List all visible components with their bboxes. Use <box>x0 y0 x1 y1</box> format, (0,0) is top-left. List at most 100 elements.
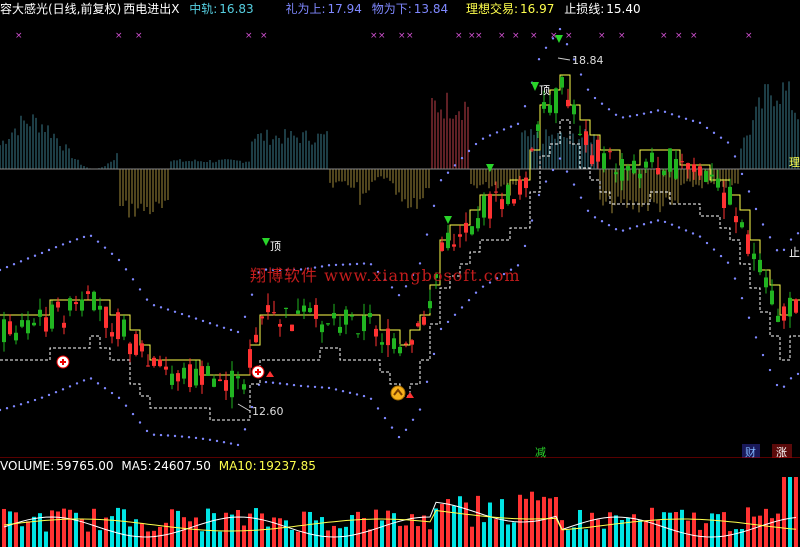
ma5-label: MA5: <box>121 459 152 473</box>
lower-band-dot <box>642 223 646 226</box>
upper-band-dot <box>579 73 583 76</box>
lower-band-dot <box>593 216 597 219</box>
candle-body <box>650 152 654 163</box>
lower-band-dot <box>215 439 219 443</box>
volume-chart[interactable] <box>0 474 800 547</box>
ding-label-1: 顶 <box>270 240 281 253</box>
candle-body <box>266 305 270 313</box>
upper-band-dot <box>47 248 51 252</box>
lower-band-dot <box>75 382 79 385</box>
upper-band-dot <box>194 317 198 320</box>
lower-band-dot <box>467 298 471 302</box>
lower-band-dot <box>152 433 156 436</box>
ma10-value: 19237.85 <box>258 459 316 473</box>
volume-bar <box>698 529 702 547</box>
candle-body <box>308 308 312 313</box>
buy-signal-2[interactable] <box>251 365 274 379</box>
lower-band-dot <box>397 435 401 439</box>
lower-band-dot <box>761 353 765 357</box>
upper-band-dot <box>621 116 625 119</box>
volume-bar <box>572 527 576 547</box>
volume-bar <box>758 515 762 547</box>
x-marker-icon: × <box>690 31 698 41</box>
candle-body <box>86 291 90 294</box>
x-marker-icon: × <box>245 31 253 41</box>
x-marker-icon: × <box>660 31 668 41</box>
candle-body <box>494 191 498 193</box>
lower-band-dot <box>33 398 37 402</box>
upper-band-dot <box>229 328 233 332</box>
x-marker-icon: × <box>598 31 606 41</box>
price-chart[interactable]: × × × × × × × × × × × × × × × × × × × × × × × 18.84 12.60 顶 顶 <box>0 0 800 458</box>
lower-band-dot <box>201 437 205 441</box>
x-marker-icon: × <box>135 31 143 41</box>
upper-band-dot <box>0 268 2 272</box>
upper-band-dot <box>117 258 121 262</box>
lower-band-dot <box>82 379 86 382</box>
lower-band-dot <box>635 225 639 228</box>
ma10-label: MA10: <box>218 459 257 473</box>
lower-band-dot <box>131 412 135 416</box>
volume-bar <box>158 526 162 547</box>
lower-band-dot <box>243 428 247 431</box>
upper-band-dot <box>740 172 744 176</box>
lower-band-dot <box>236 443 240 447</box>
volume-bar <box>662 512 666 547</box>
high-pointer <box>557 57 571 61</box>
volume-bar <box>728 531 732 547</box>
upper-band-dot <box>54 245 58 249</box>
candle-body <box>506 184 510 204</box>
volume-bar <box>506 524 510 547</box>
upper-band-dot <box>215 324 219 327</box>
upper-band-dot <box>180 312 184 316</box>
lower-band-dot <box>5 407 9 410</box>
lower-band-dot <box>558 157 562 160</box>
lower-band-dot <box>628 227 632 230</box>
lower-band-dot <box>327 386 331 390</box>
upper-band-dot <box>670 113 674 116</box>
lower-band-dot <box>12 405 16 408</box>
buy-signal-1[interactable] <box>56 355 70 369</box>
volume-bar <box>236 509 240 547</box>
candle-body <box>764 277 768 288</box>
cai-badge[interactable]: 财 <box>742 444 760 458</box>
candle-body <box>500 199 504 210</box>
volume-bar <box>614 515 618 547</box>
volume-bar <box>8 511 12 547</box>
volume-bar <box>170 509 174 547</box>
volume-bar <box>320 517 324 547</box>
candle-body <box>626 166 630 171</box>
lower-band-dot <box>145 429 149 433</box>
volume-bar <box>596 519 600 547</box>
buy-signal-3[interactable] <box>390 385 414 401</box>
upper-band-dot <box>495 131 499 134</box>
candle-body <box>116 312 120 340</box>
candle-body <box>578 133 582 135</box>
volume-bar <box>494 519 498 547</box>
lower-band-dot <box>278 382 282 385</box>
candle-body <box>416 323 420 327</box>
lower-band-dot <box>775 383 779 387</box>
candle-body <box>194 368 198 386</box>
volume-bar <box>518 494 522 547</box>
high-label: 18.84 <box>572 54 604 67</box>
volume-header: VOLUME: 59765.00 MA5: 24607.50 MA10: 19237.… <box>0 458 320 474</box>
x-marker-icon: × <box>406 31 414 41</box>
volume-bar <box>428 529 432 547</box>
candle-body <box>350 315 354 317</box>
zhang-badge[interactable]: 涨 <box>772 444 792 458</box>
candle-body <box>128 343 132 355</box>
lower-band-dot <box>691 232 695 235</box>
upper-band-dot <box>614 113 618 116</box>
upper-band-dot <box>754 207 758 211</box>
zhang-label: 涨 <box>776 446 787 458</box>
upper-band-dot <box>12 262 16 266</box>
candle-body <box>374 328 378 337</box>
upper-band-dot <box>5 265 9 269</box>
lower-band-dot <box>117 396 121 400</box>
lower-band-dot <box>796 372 800 376</box>
volume-bar <box>386 510 390 547</box>
volume-bar <box>20 526 24 547</box>
lower-band-dot <box>586 209 590 213</box>
volume-bar <box>716 514 720 547</box>
